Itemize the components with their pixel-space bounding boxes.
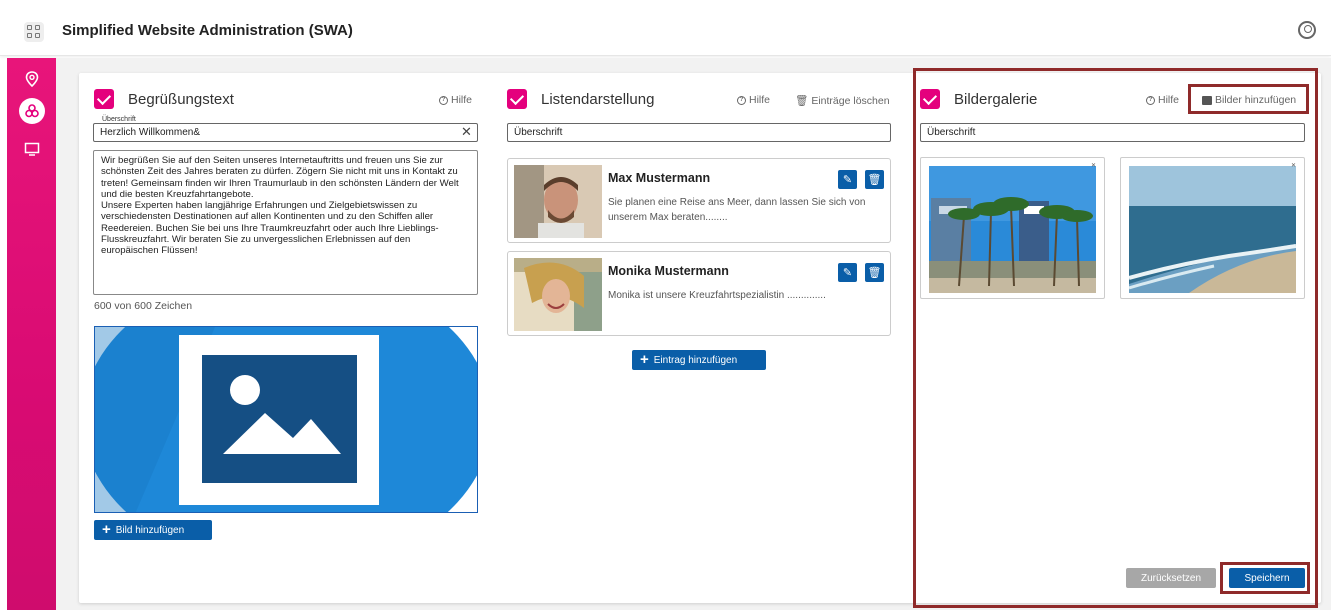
list-title: Listendarstellung [541, 90, 655, 108]
list-heading-input[interactable]: Überschrift [507, 123, 891, 142]
people-icon[interactable] [19, 98, 45, 124]
delete-entries-link[interactable]: 🗑 Einträge löschen [795, 94, 890, 108]
plus-icon: + [102, 521, 111, 538]
entry-name: Monika Mustermann [608, 264, 729, 278]
image-placeholder[interactable] [94, 326, 478, 513]
user-account-icon[interactable] [1298, 21, 1316, 39]
clear-icon[interactable]: ✕ [461, 124, 472, 140]
trash-icon: 🗑 [795, 95, 809, 107]
add-entry-label: Eintrag hinzufügen [653, 354, 738, 366]
sidebar [7, 58, 56, 610]
greeting-help-link[interactable]: ? Hilfe [439, 94, 472, 106]
greeting-heading-label: Überschrift [100, 116, 138, 123]
entry-text: Sie planen eine Reise ans Meer, dann las… [608, 197, 866, 223]
character-counter: 600 von 600 Zeichen [94, 300, 193, 312]
delete-entries-label: Einträge löschen [811, 94, 890, 107]
list-heading-placeholder: Überschrift [514, 127, 563, 138]
location-pin-icon[interactable] [19, 66, 45, 92]
list-help-link[interactable]: ? Hilfe [737, 94, 770, 106]
delete-icon[interactable]: 🗑 [865, 170, 884, 189]
help-icon: ? [439, 95, 448, 105]
greeting-heading-value: Herzlich Willkommen& [100, 127, 201, 138]
greeting-heading-input[interactable]: Herzlich Willkommen& [93, 123, 478, 142]
apps-grid-icon[interactable] [24, 22, 44, 42]
list-header: Listendarstellung [507, 87, 654, 111]
entry-name: Max Mustermann [608, 171, 711, 185]
entry-text: Monika ist unsere Kreuzfahrtspezialistin… [608, 290, 826, 301]
save-highlight-frame [1220, 562, 1310, 594]
top-bar: Simplified Website Administration (SWA) [0, 0, 1331, 56]
help-label: Hilfe [451, 94, 473, 106]
add-image-label: Bild hinzufügen [115, 524, 185, 536]
add-images-highlight-frame [1188, 84, 1309, 114]
help-label: Hilfe [749, 94, 771, 106]
edit-icon[interactable]: ✎ [838, 170, 857, 189]
plus-icon: + [640, 351, 649, 368]
greeting-title: Begrüßungstext [128, 90, 234, 108]
list-item: Monika Mustermann Monika ist unsere Kreu… [507, 251, 891, 336]
list-item: Max Mustermann Sie planen eine Reise ans… [507, 158, 891, 243]
greeting-header: Begrüßungstext [94, 87, 234, 111]
help-icon: ? [737, 95, 746, 105]
delete-icon[interactable]: 🗑 [865, 263, 884, 282]
person-photo [514, 258, 602, 331]
person-photo [514, 165, 602, 238]
greeting-checkbox[interactable] [94, 89, 114, 109]
list-checkbox[interactable] [507, 89, 527, 109]
add-entry-button[interactable]: + Eintrag hinzufügen [632, 350, 766, 370]
edit-icon[interactable]: ✎ [838, 263, 857, 282]
add-image-button[interactable]: + Bild hinzufügen [94, 520, 212, 540]
greeting-body-textarea[interactable]: Wir begrüßen Sie auf den Seiten unseres … [93, 150, 478, 295]
monitor-icon[interactable] [19, 136, 45, 162]
gallery-highlight-frame [913, 68, 1318, 608]
app-title: Simplified Website Administration (SWA) [62, 22, 353, 39]
